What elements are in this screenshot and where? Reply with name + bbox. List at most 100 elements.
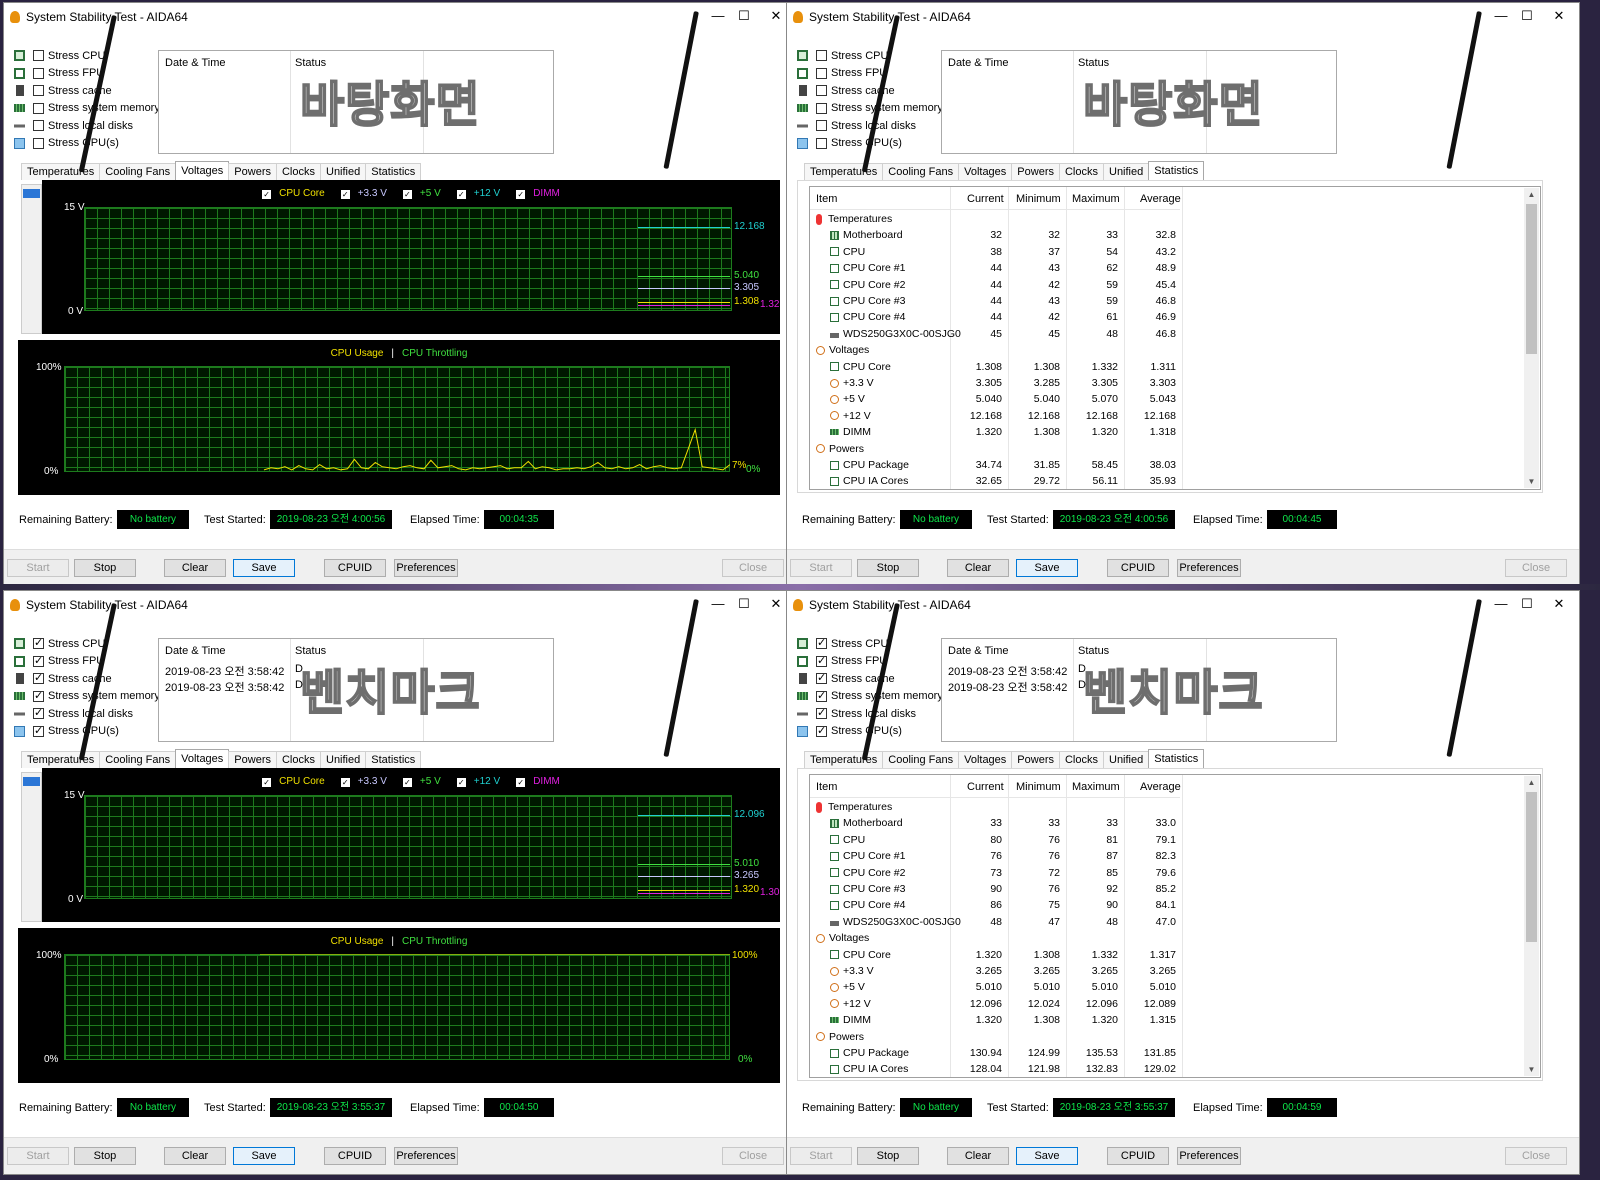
stress-option-0[interactable]: Stress CPU — [797, 635, 947, 653]
stress-checkbox[interactable] — [33, 689, 44, 702]
stress-checkbox[interactable] — [816, 85, 827, 97]
stats-row[interactable]: CPU Package 34.74 31.85 58.45 38.03 — [810, 457, 1180, 474]
stress-checkbox[interactable] — [33, 85, 44, 97]
stress-option-1[interactable]: Stress FPU — [14, 653, 164, 671]
column-item[interactable]: Item — [816, 193, 837, 205]
stats-row[interactable]: +12 V 12.096 12.024 12.096 12.089 — [810, 996, 1180, 1013]
column-average[interactable]: Average — [1140, 781, 1181, 793]
save-button[interactable]: Save — [233, 559, 295, 577]
stats-row[interactable]: +3.3 V 3.305 3.285 3.305 3.303 — [810, 375, 1180, 392]
close-button[interactable]: Close — [722, 1147, 784, 1165]
maximize-button[interactable]: ☐ — [732, 7, 756, 25]
legend-checkbox[interactable]: ✓ — [340, 778, 350, 787]
minimize-button[interactable]: — — [706, 595, 730, 613]
legend-item[interactable]: ✓ CPU Core — [258, 188, 329, 199]
legend-item[interactable]: ✓ CPU Core — [258, 776, 329, 787]
stress-checkbox[interactable] — [816, 654, 827, 667]
tab-cooling-fans[interactable]: Cooling Fans — [882, 163, 960, 180]
tab-unified[interactable]: Unified — [1103, 751, 1150, 768]
start-button[interactable]: Start — [7, 1147, 69, 1165]
stress-option-3[interactable]: Stress system memory — [797, 100, 947, 118]
legend-item[interactable]: ✓ +12 V — [453, 188, 504, 199]
stats-row[interactable]: DIMM 1.320 1.308 1.320 1.315 — [810, 1012, 1180, 1029]
stop-button[interactable]: Stop — [857, 559, 919, 577]
stats-row[interactable]: CPU Core #1 44 43 62 48.9 — [810, 260, 1180, 277]
stats-row[interactable]: CPU Core #4 86 75 90 84.1 — [810, 897, 1180, 914]
tab-unified[interactable]: Unified — [1103, 163, 1150, 180]
legend-checkbox[interactable]: ✓ — [456, 778, 466, 787]
stress-checkbox[interactable] — [816, 671, 827, 685]
stress-checkbox[interactable] — [33, 636, 44, 650]
stop-button[interactable]: Stop — [857, 1147, 919, 1165]
stats-row[interactable]: WDS250G3X0C-00SJG0 48 47 48 47.0 — [810, 914, 1180, 931]
tab-powers[interactable]: Powers — [1011, 163, 1060, 180]
close-window-button[interactable]: ✕ — [1547, 595, 1571, 613]
stop-button[interactable]: Stop — [74, 1147, 136, 1165]
tab-temperatures[interactable]: Temperatures — [804, 751, 884, 768]
close-window-button[interactable]: ✕ — [1547, 7, 1571, 25]
legend-item[interactable]: ✓ +5 V — [399, 776, 445, 787]
start-button[interactable]: Start — [790, 1147, 852, 1165]
minimize-button[interactable]: — — [706, 7, 730, 25]
scroll-thumb[interactable] — [1526, 792, 1537, 942]
stats-row[interactable]: +12 V 12.168 12.168 12.168 12.168 — [810, 408, 1180, 425]
stress-checkbox[interactable] — [33, 706, 44, 720]
stats-group-row[interactable]: Voltages — [810, 930, 1180, 947]
scroll-up-arrow[interactable]: ▲ — [1524, 190, 1539, 199]
legend-checkbox[interactable]: ✓ — [262, 778, 272, 787]
tab-clocks[interactable]: Clocks — [1058, 751, 1104, 768]
stress-option-1[interactable]: Stress FPU — [797, 65, 947, 83]
stats-row[interactable]: CPU 80 76 81 79.1 — [810, 832, 1180, 849]
cpu-usage-legend[interactable]: CPU Usage — [331, 936, 384, 947]
stress-checkbox[interactable] — [816, 67, 827, 79]
close-button[interactable]: Close — [1505, 1147, 1567, 1165]
tab-voltages[interactable]: Voltages — [958, 751, 1013, 768]
stats-row[interactable]: CPU Core #3 44 43 59 46.8 — [810, 293, 1180, 310]
stats-row[interactable]: CPU Core 1.308 1.308 1.332 1.311 — [810, 359, 1180, 376]
tab-temperatures[interactable]: Temperatures — [21, 163, 101, 180]
stats-group-row[interactable]: Temperatures — [810, 799, 1180, 816]
legend-item[interactable]: ✓ +3.3 V — [337, 188, 391, 199]
stress-checkbox[interactable] — [816, 706, 827, 720]
legend-checkbox[interactable]: ✓ — [402, 190, 412, 199]
stress-checkbox[interactable] — [33, 724, 44, 737]
clear-button[interactable]: Clear — [164, 1147, 226, 1165]
stress-option-2[interactable]: Stress cache — [14, 82, 164, 100]
tab-statistics[interactable]: Statistics — [1148, 749, 1205, 768]
stats-row[interactable]: CPU IA Cores 128.04 121.98 132.83 129.02 — [810, 1061, 1180, 1077]
preferences-button[interactable]: Preferences — [394, 1147, 458, 1165]
scroll-thumb[interactable] — [1526, 204, 1537, 354]
preferences-button[interactable]: Preferences — [1177, 559, 1241, 577]
column-maximum[interactable]: Maximum — [1072, 193, 1120, 205]
tab-unified[interactable]: Unified — [320, 163, 367, 180]
stress-option-0[interactable]: Stress CPU — [14, 47, 164, 65]
stats-row[interactable]: +5 V 5.040 5.040 5.070 5.043 — [810, 391, 1180, 408]
tab-voltages[interactable]: Voltages — [175, 161, 230, 180]
stress-option-3[interactable]: Stress system memory — [797, 688, 947, 706]
column-minimum[interactable]: Minimum — [1016, 781, 1061, 793]
close-window-button[interactable]: ✕ — [764, 7, 788, 25]
scroll-down-arrow[interactable]: ▼ — [1524, 1065, 1539, 1074]
tab-temperatures[interactable]: Temperatures — [21, 751, 101, 768]
graph-scrollbar[interactable] — [21, 184, 42, 334]
stats-row[interactable]: CPU IA Cores 32.65 29.72 56.11 35.93 — [810, 473, 1180, 489]
legend-checkbox[interactable]: ✓ — [402, 778, 412, 787]
column-current[interactable]: Current — [967, 781, 1004, 793]
stress-checkbox[interactable] — [33, 120, 44, 132]
stats-row[interactable]: Motherboard 32 32 33 32.8 — [810, 227, 1180, 244]
legend-item[interactable]: ✓ +12 V — [453, 776, 504, 787]
minimize-button[interactable]: — — [1489, 595, 1513, 613]
stress-option-0[interactable]: Stress CPU — [797, 47, 947, 65]
stress-option-3[interactable]: Stress system memory — [14, 100, 164, 118]
stress-option-0[interactable]: Stress CPU — [14, 635, 164, 653]
stats-row[interactable]: +5 V 5.010 5.010 5.010 5.010 — [810, 979, 1180, 996]
stats-row[interactable]: CPU Package 130.94 124.99 135.53 131.85 — [810, 1045, 1180, 1062]
stress-option-1[interactable]: Stress FPU — [14, 65, 164, 83]
tab-powers[interactable]: Powers — [228, 163, 277, 180]
close-button[interactable]: Close — [1505, 559, 1567, 577]
clear-button[interactable]: Clear — [947, 1147, 1009, 1165]
tab-unified[interactable]: Unified — [320, 751, 367, 768]
stress-option-2[interactable]: Stress cache — [797, 670, 947, 688]
column-maximum[interactable]: Maximum — [1072, 781, 1120, 793]
tab-clocks[interactable]: Clocks — [1058, 163, 1104, 180]
